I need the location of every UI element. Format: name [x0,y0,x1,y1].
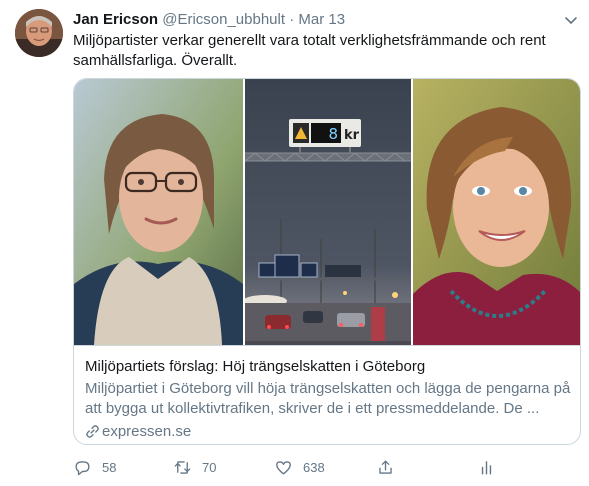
analytics-button[interactable] [477,455,506,479]
analytics-icon [481,460,492,475]
portrait-right-image [413,79,580,345]
tweet-actions: 58 70 638 [73,455,573,479]
tweet-date[interactable]: Mar 13 [298,11,345,28]
sign-value: 8 [328,125,338,143]
share-icon [379,459,392,474]
portrait-left-image [74,79,243,345]
reply-button[interactable]: 58 [73,455,116,479]
card-title[interactable]: Miljöpartiets förslag: Höj trängselskatt… [85,357,425,377]
card-description: Miljöpartiet i Göteborg vill höja trängs… [85,380,571,417]
card-image: 8 kr [74,79,580,345]
card-domain-text: expressen.se [102,423,192,440]
retweet-button[interactable]: 70 [173,455,216,479]
like-count: 638 [303,459,325,475]
sign-unit: kr [344,128,360,143]
like-button[interactable]: 638 [274,455,325,479]
author-handle[interactable]: @Ericson_ubbhult [162,11,285,28]
avatar[interactable] [15,9,63,57]
like-icon [276,460,291,475]
share-button[interactable] [376,455,405,479]
reply-count: 58 [102,459,117,475]
card-text-area: Miljöpartiets förslag: Höj trängselskatt… [74,345,580,440]
link-icon [86,425,99,438]
author-name[interactable]: Jan Ericson [73,11,158,28]
card-domain[interactable]: expressen.se [85,422,191,442]
reply-icon [75,460,90,475]
congestion-tax-sign-image: 8 kr [245,79,411,345]
link-card[interactable]: 8 kr Miljöpartiets förslag: Höj trängsel… [73,78,581,445]
retweet-icon [174,460,191,474]
separator-dot: · [289,11,295,28]
chevron-down-icon[interactable] [561,10,581,30]
avatar-photo [15,9,63,57]
tweet-header: Jan Ericson @Ericson_ubbhult · Mar 13 [73,10,345,30]
retweet-count: 70 [202,459,217,475]
tweet-text: Miljöpartister verkar generellt vara tot… [73,32,546,69]
